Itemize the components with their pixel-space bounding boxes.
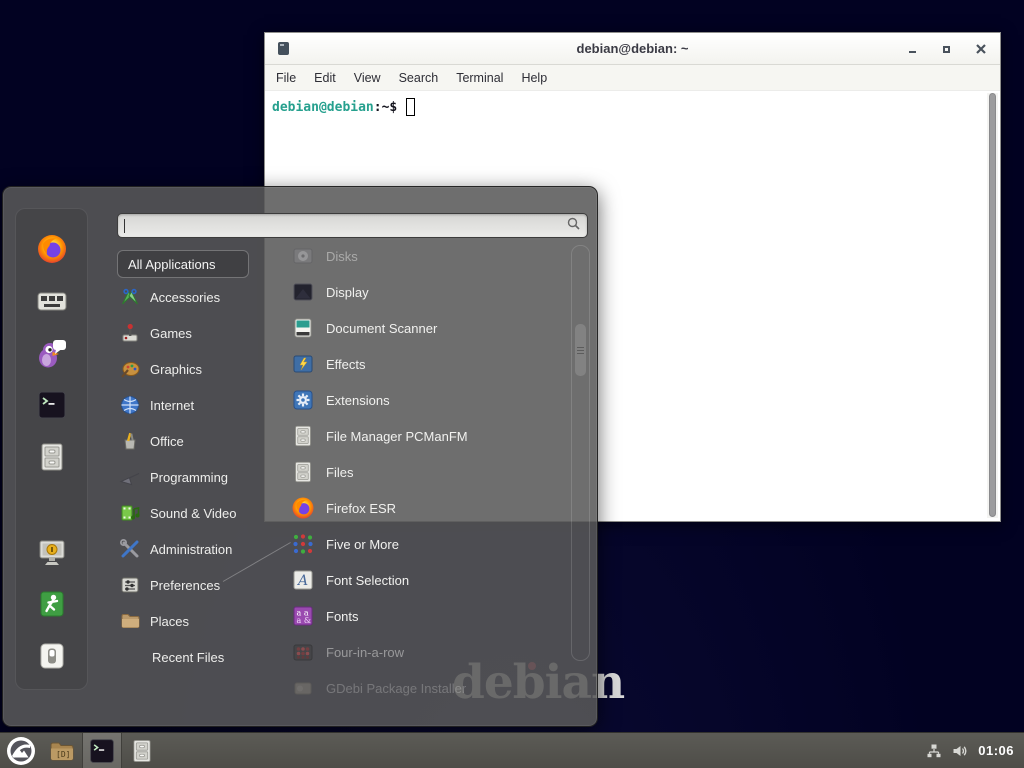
app-font-selection[interactable]: A Font Selection bbox=[291, 562, 569, 598]
menu-terminal[interactable]: Terminal bbox=[447, 67, 512, 89]
display-icon bbox=[291, 280, 315, 304]
taskbar-launchers: [D] bbox=[0, 733, 162, 768]
app-files[interactable]: Files bbox=[291, 454, 569, 490]
gdebi-icon bbox=[291, 676, 315, 700]
firefox-icon[interactable] bbox=[36, 233, 68, 265]
all-applications-button[interactable]: All Applications bbox=[117, 250, 249, 278]
app-four-in-a-row[interactable]: Four-in-a-row bbox=[291, 634, 569, 670]
prompt-user-host: debian@debian bbox=[272, 100, 374, 115]
shut-down-icon[interactable] bbox=[36, 640, 68, 672]
app-list-scrollbar-thumb[interactable] bbox=[574, 323, 587, 377]
menu-file[interactable]: File bbox=[267, 67, 305, 89]
file-cabinet-icon[interactable] bbox=[36, 441, 68, 473]
firefox-icon bbox=[291, 496, 315, 520]
games-icon bbox=[119, 322, 141, 344]
document-scanner-icon bbox=[291, 316, 315, 340]
search-icon bbox=[567, 217, 580, 235]
shell-prompt: debian@debian:~$ bbox=[272, 98, 996, 116]
menu-view[interactable]: View bbox=[345, 67, 390, 89]
app-fonts[interactable]: a aa & Fonts bbox=[291, 598, 569, 634]
search-input[interactable] bbox=[125, 214, 567, 237]
app-file-manager-pcmanfm[interactable]: File Manager PCManFM bbox=[291, 418, 569, 454]
graphics-icon bbox=[119, 358, 141, 380]
font-selection-icon: A bbox=[291, 568, 315, 592]
five-or-more-icon bbox=[291, 532, 315, 556]
internet-icon bbox=[119, 394, 141, 416]
menu-help[interactable]: Help bbox=[512, 67, 556, 89]
terminal-menubar: File Edit View Search Terminal Help bbox=[265, 65, 1000, 91]
app-search-box[interactable] bbox=[117, 213, 588, 238]
extensions-icon bbox=[291, 388, 315, 412]
maximize-icon[interactable] bbox=[941, 44, 952, 55]
preferences-icon bbox=[119, 574, 141, 596]
taskbar-tray: 01:06 bbox=[926, 742, 1024, 760]
menu-search[interactable]: Search bbox=[390, 67, 448, 89]
desktop: debian debian@debian: ~ File Edit View S… bbox=[0, 0, 1024, 768]
file-manager-pcmanfm-launcher[interactable]: [D] bbox=[42, 733, 82, 768]
pidgin-icon[interactable] bbox=[36, 337, 68, 369]
window-controls bbox=[907, 33, 986, 65]
app-five-or-more[interactable]: Five or More bbox=[291, 526, 569, 562]
taskbar: [D] 01:06 bbox=[0, 732, 1024, 768]
minimize-icon[interactable] bbox=[907, 44, 918, 55]
menu-edit[interactable]: Edit bbox=[305, 67, 345, 89]
file-cabinet-icon bbox=[291, 424, 315, 448]
app-firefox-esr[interactable]: Firefox ESR bbox=[291, 490, 569, 526]
window-title: debian@debian: ~ bbox=[265, 41, 1000, 56]
volume-icon[interactable] bbox=[951, 742, 969, 760]
app-document-scanner[interactable]: Document Scanner bbox=[291, 310, 569, 346]
four-in-a-row-icon bbox=[291, 640, 315, 664]
category-list: Accessories Games Graphics Internet Offi… bbox=[117, 279, 282, 675]
menu-button[interactable] bbox=[0, 733, 42, 768]
app-list-scrollbar[interactable] bbox=[571, 245, 590, 661]
svg-text:a &: a & bbox=[297, 616, 311, 625]
category-recent-files[interactable]: Recent Files bbox=[117, 639, 282, 675]
category-games[interactable]: Games bbox=[117, 315, 282, 351]
category-office[interactable]: Office bbox=[117, 423, 282, 459]
terminal-icon[interactable] bbox=[36, 389, 68, 421]
places-icon bbox=[119, 610, 141, 632]
category-graphics[interactable]: Graphics bbox=[117, 351, 282, 387]
file-cabinet-icon bbox=[291, 460, 315, 484]
favorites-sidebar bbox=[15, 208, 88, 690]
sound-video-icon bbox=[119, 502, 141, 524]
app-display[interactable]: Display bbox=[291, 274, 569, 310]
programming-icon bbox=[119, 466, 141, 488]
keyboard-icon[interactable] bbox=[36, 285, 68, 317]
network-icon[interactable] bbox=[926, 743, 942, 759]
app-extensions[interactable]: Extensions bbox=[291, 382, 569, 418]
category-sound-video[interactable]: Sound & Video bbox=[117, 495, 282, 531]
category-preferences[interactable]: Preferences bbox=[117, 567, 282, 603]
lock-screen-icon[interactable] bbox=[36, 536, 68, 568]
app-gdebi-package-installer[interactable]: GDebi Package Installer bbox=[291, 670, 569, 706]
application-menu: All Applications Accessories Games Graph… bbox=[2, 186, 598, 727]
terminal-cursor bbox=[406, 98, 415, 116]
fonts-icon: a aa & bbox=[291, 604, 315, 628]
application-list: Disks Display Document Scanner Effects E… bbox=[291, 238, 569, 706]
category-internet[interactable]: Internet bbox=[117, 387, 282, 423]
office-icon bbox=[119, 430, 141, 452]
svg-text:[D]: [D] bbox=[56, 750, 70, 759]
disks-icon bbox=[291, 244, 315, 268]
terminal-launcher[interactable] bbox=[82, 733, 122, 768]
clock[interactable]: 01:06 bbox=[978, 743, 1014, 758]
svg-text:A: A bbox=[296, 573, 308, 589]
app-effects[interactable]: Effects bbox=[291, 346, 569, 382]
log-out-icon[interactable] bbox=[36, 588, 68, 620]
close-icon[interactable] bbox=[975, 44, 986, 55]
administration-icon bbox=[119, 538, 141, 560]
category-programming[interactable]: Programming bbox=[117, 459, 282, 495]
app-disks[interactable]: Disks bbox=[291, 238, 569, 274]
files-launcher[interactable] bbox=[122, 733, 162, 768]
terminal-titlebar[interactable]: debian@debian: ~ bbox=[265, 33, 1000, 65]
terminal-scrollbar[interactable] bbox=[987, 93, 998, 518]
category-places[interactable]: Places bbox=[117, 603, 282, 639]
accessories-icon bbox=[119, 286, 141, 308]
category-accessories[interactable]: Accessories bbox=[117, 279, 282, 315]
terminal-scrollbar-thumb[interactable] bbox=[989, 93, 996, 517]
effects-icon bbox=[291, 352, 315, 376]
